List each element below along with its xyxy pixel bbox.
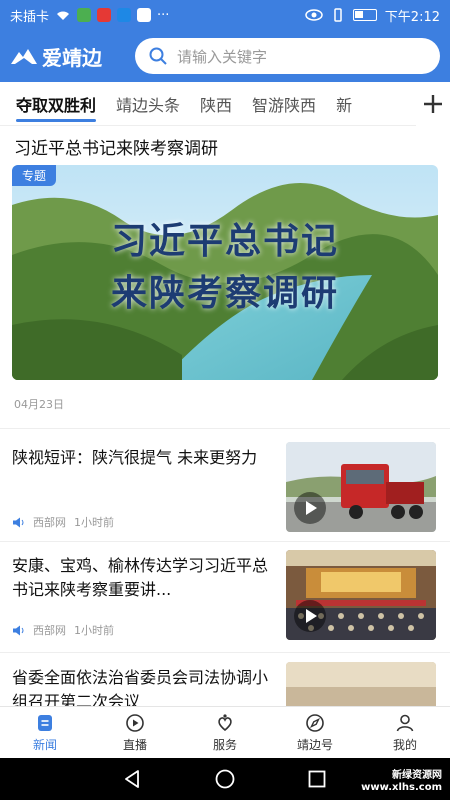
user-icon	[396, 714, 414, 731]
news-item[interactable]: 陕视短评：陕汽很提气 未来更努力 西部网 1小时前	[0, 436, 450, 544]
clock: 下午2:12	[384, 9, 440, 25]
app-header: 爱靖边 请输入关键字	[0, 30, 450, 82]
news-source: 西部网	[33, 624, 66, 637]
eye-icon	[305, 9, 323, 21]
plus-icon	[424, 94, 442, 113]
divider	[0, 541, 450, 542]
nav-jingbian-account[interactable]: 靖边号	[270, 707, 360, 758]
divider	[0, 428, 450, 429]
nav-label: 直播	[122, 737, 147, 752]
divider	[0, 652, 450, 653]
tab-shaanxi[interactable]: 陕西	[190, 82, 242, 126]
back-icon[interactable]	[122, 768, 144, 790]
nav-label: 靖边号	[296, 737, 333, 752]
compass-icon	[306, 713, 324, 732]
carrier-label: 未插卡	[10, 9, 50, 25]
news-time: 1小时前	[74, 516, 114, 529]
recents-icon[interactable]	[306, 768, 328, 790]
watermark-line-2: www.xlhs.com	[361, 782, 442, 793]
bottom-navigation: 新闻 直播 服务 靖边号 我的	[0, 706, 450, 758]
news-icon	[38, 714, 52, 731]
app-notification-icon	[117, 8, 132, 22]
more-notifications-icon: ···	[157, 7, 170, 23]
search-placeholder: 请输入关键字	[177, 47, 268, 66]
overlay-line-2: 来陕考察调研	[110, 272, 339, 314]
news-thumbnail	[286, 550, 436, 640]
watermark: 新绿资源网 www.xlhs.com	[361, 770, 442, 794]
news-time: 1小时前	[74, 624, 114, 637]
feature-title[interactable]: 习近平总书记来陕考察调研	[14, 134, 218, 159]
news-thumbnail	[286, 442, 436, 532]
news-source: 西部网	[33, 516, 66, 529]
overlay-line-1: 习近平总书记	[110, 220, 339, 262]
play-icon[interactable]	[294, 600, 326, 632]
service-icon	[218, 713, 232, 731]
nav-live[interactable]: 直播	[90, 707, 180, 758]
logo-text: 爱靖边	[42, 45, 102, 70]
news-title: 陕视短评：陕汽很提气 未来更努力	[12, 448, 258, 467]
feature-overlay-text: 习近平总书记 来陕考察调研	[12, 215, 438, 319]
play-icon[interactable]	[294, 492, 326, 524]
search-box[interactable]: 请输入关键字	[135, 38, 440, 74]
tab-smart-travel-shaanxi[interactable]: 智游陕西	[242, 82, 326, 126]
app-logo[interactable]: 爱靖边	[10, 42, 135, 71]
home-icon[interactable]	[214, 768, 236, 790]
search-icon	[149, 47, 167, 65]
feature-image[interactable]: 专题 习近平总书记 来陕考察调研	[12, 165, 438, 380]
news-meta: 西部网 1小时前	[12, 514, 114, 530]
tab-new[interactable]: 新	[326, 82, 362, 126]
nav-label: 我的	[392, 737, 417, 752]
nav-service[interactable]: 服务	[180, 707, 270, 758]
app-notification-icon	[97, 8, 112, 22]
nav-mine[interactable]: 我的	[360, 707, 450, 758]
news-title: 安康、宝鸡、榆林传达学习习近平总书记来陕考察重要讲...	[12, 556, 269, 599]
wifi-icon	[57, 11, 70, 20]
nav-label: 新闻	[32, 737, 57, 752]
status-bar: 未插卡 ··· 下午2:12	[0, 0, 450, 30]
mountain-logo-icon	[11, 49, 37, 64]
feature-date: 04月23日	[14, 398, 64, 411]
topic-badge: 专题	[12, 165, 57, 186]
news-meta: 西部网 1小时前	[12, 622, 114, 638]
tab-double-victory[interactable]: 夺取双胜利	[6, 82, 106, 126]
nav-label: 服务	[212, 737, 237, 752]
battery-icon	[352, 9, 377, 21]
watermark-line-1: 新绿资源网	[392, 770, 442, 781]
app-notification-icon	[137, 8, 152, 22]
speaker-icon	[13, 625, 24, 635]
speaker-icon	[13, 517, 24, 527]
channel-tabs: 夺取双胜利 靖边头条 陕西 智游陕西 新	[0, 81, 450, 126]
vibrate-icon	[334, 8, 342, 22]
news-item[interactable]: 安康、宝鸡、榆林传达学习习近平总书记来陕考察重要讲... 西部网 1小时前	[0, 544, 450, 652]
live-icon	[126, 713, 144, 732]
add-channel-button[interactable]	[416, 81, 450, 126]
app-notification-icon	[77, 8, 92, 22]
tab-jingbian-headlines[interactable]: 靖边头条	[106, 82, 190, 126]
nav-news[interactable]: 新闻	[0, 707, 90, 758]
